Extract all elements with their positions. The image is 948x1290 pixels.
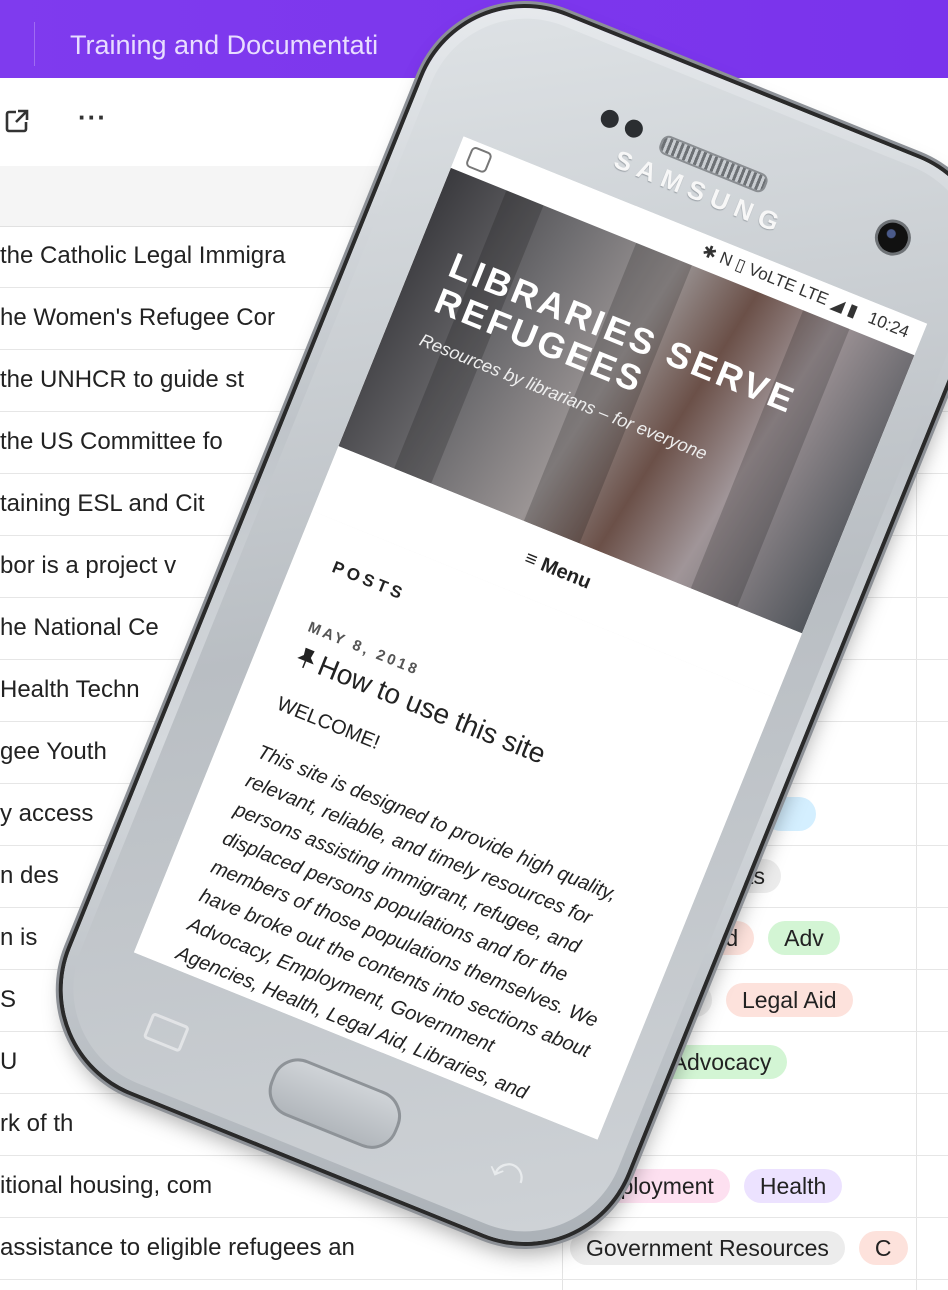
posts-heading: POSTS (329, 557, 409, 605)
light-sensor (622, 116, 646, 141)
phone-body: SAMSUNG ✱ N ▯ VoLTE LTE ◢ ▮ 10:24 LIBRAR… (42, 0, 948, 1263)
home-button[interactable] (260, 1050, 410, 1157)
post-title-row: How to use this site (291, 641, 550, 771)
post-body: This site is designed to provide high qu… (133, 741, 620, 1140)
post-title[interactable]: How to use this site (313, 650, 550, 770)
instagram-icon[interactable] (464, 145, 494, 175)
back-icon[interactable]: ⤺ (484, 1145, 532, 1195)
post-welcome: WELCOME! (273, 692, 383, 755)
samsung-phone: SAMSUNG ✱ N ▯ VoLTE LTE ◢ ▮ 10:24 LIBRAR… (29, 0, 948, 1276)
phone-screen: ✱ N ▯ VoLTE LTE ◢ ▮ 10:24 LIBRARIES SERV… (133, 136, 928, 1140)
status-time: 10:24 (865, 308, 912, 342)
phone-photo: SAMSUNG ✱ N ▯ VoLTE LTE ◢ ▮ 10:24 LIBRAR… (0, 0, 948, 1290)
proximity-sensor (598, 107, 622, 131)
recent-apps-icon[interactable] (142, 1011, 191, 1053)
pin-icon (297, 647, 315, 669)
